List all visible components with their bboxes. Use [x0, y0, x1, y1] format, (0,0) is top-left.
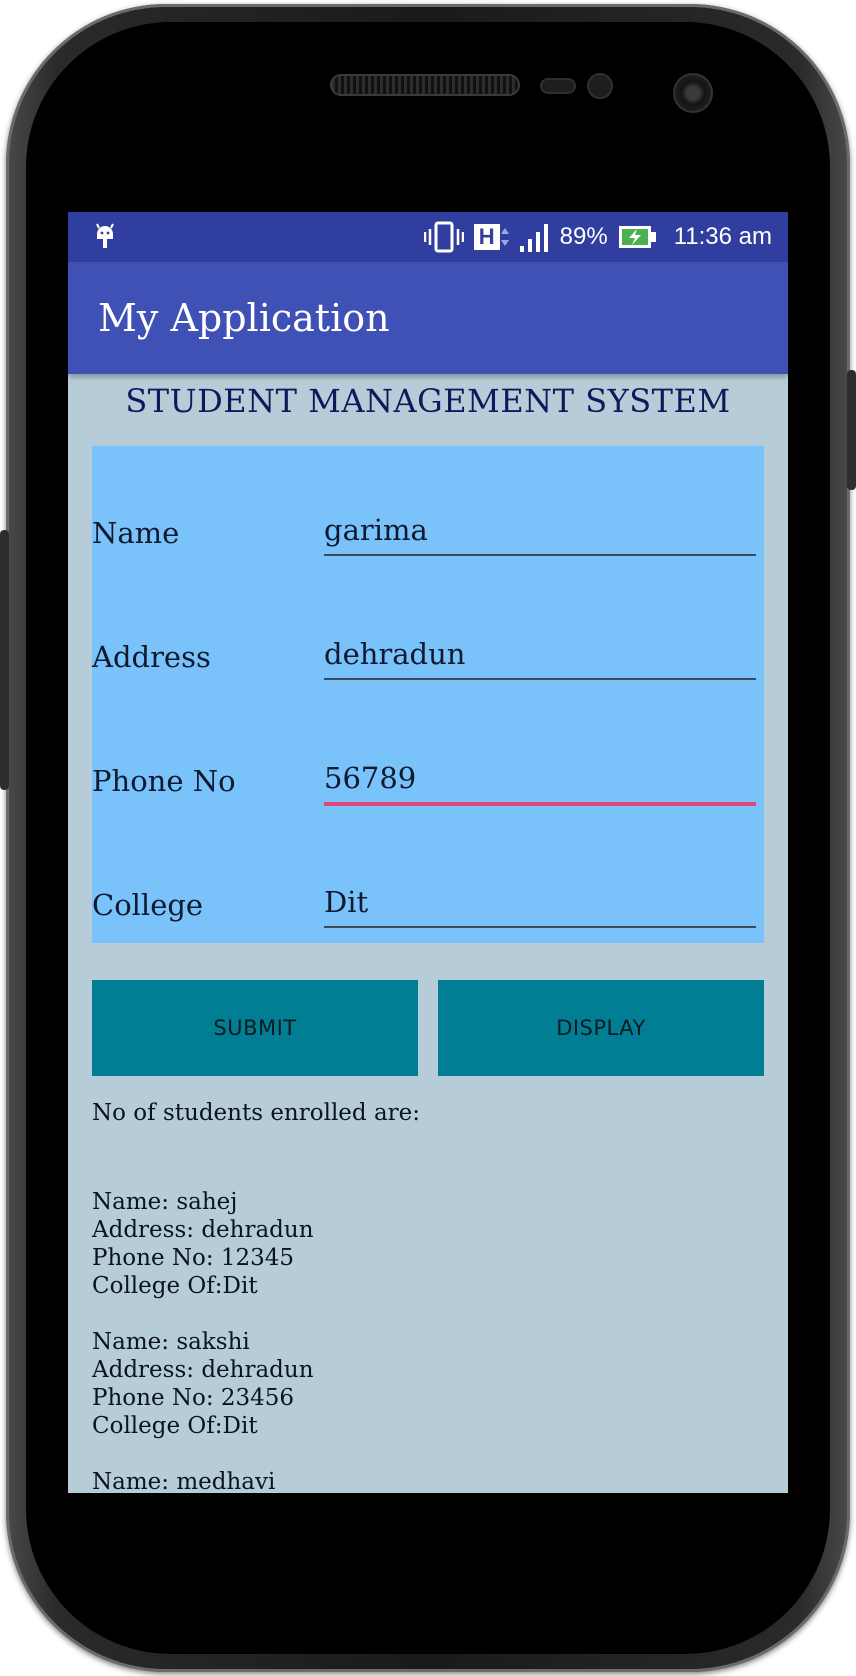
- earpiece-speaker: [330, 74, 520, 96]
- form-row-address: Address: [92, 630, 764, 690]
- record-address: Address: dehradun: [92, 1357, 314, 1383]
- proximity-sensor: [540, 78, 576, 94]
- address-field[interactable]: [324, 630, 756, 680]
- form-row-college: College: [92, 878, 764, 938]
- battery-percent: 89%: [559, 223, 608, 250]
- phone-screen: H 89% 11:36 am My Application STUDENT MA…: [68, 212, 788, 1493]
- submit-button[interactable]: SUBMIT: [92, 980, 418, 1076]
- power-button: [847, 370, 856, 490]
- student-record: Name: sahej Address: dehradun Phone No: …: [92, 1188, 764, 1300]
- network-h-icon: H: [473, 224, 510, 250]
- android-notification-icon: [96, 223, 114, 248]
- front-camera: [673, 73, 713, 113]
- app-title: My Application: [98, 296, 390, 340]
- phone-label: Phone No: [92, 764, 236, 798]
- status-time: 11:36 am: [673, 223, 772, 250]
- student-record: Name: sakshi Address: dehradun Phone No:…: [92, 1328, 764, 1440]
- signal-icon: [519, 224, 548, 252]
- name-label: Name: [92, 516, 180, 550]
- name-field[interactable]: [324, 506, 756, 556]
- record-address: Address: dehradun: [92, 1217, 314, 1243]
- light-sensor: [587, 73, 613, 99]
- college-label: College: [92, 888, 204, 922]
- college-field[interactable]: [324, 878, 756, 928]
- form-row-phone: Phone No: [92, 754, 764, 814]
- phone-field[interactable]: [324, 754, 756, 806]
- vibrate-icon: [423, 221, 464, 253]
- record-name: Name: sahej: [92, 1189, 238, 1215]
- student-record: Name: medhavi: [92, 1468, 764, 1493]
- address-label: Address: [92, 640, 211, 674]
- record-phone: Phone No: 12345: [92, 1245, 295, 1271]
- status-bar: H 89% 11:36 am: [68, 212, 788, 262]
- battery-charging-icon: [618, 226, 656, 248]
- enrolled-count-label: No of students enrolled are:: [92, 1100, 421, 1126]
- form-row-name: Name: [92, 506, 764, 566]
- app-bar: My Application: [68, 262, 788, 374]
- record-name: Name: medhavi: [92, 1469, 276, 1493]
- record-phone: Phone No: 23456: [92, 1385, 295, 1411]
- volume-button: [0, 530, 9, 790]
- student-form: Name Address Phone No College: [92, 446, 764, 943]
- record-college: College Of:Dit: [92, 1413, 258, 1439]
- page-heading: STUDENT MANAGEMENT SYSTEM: [125, 382, 731, 420]
- record-name: Name: sakshi: [92, 1329, 250, 1355]
- display-button[interactable]: DISPLAY: [438, 980, 764, 1076]
- student-records-list: Name: sahej Address: dehradun Phone No: …: [92, 1188, 764, 1493]
- record-college: College Of:Dit: [92, 1273, 258, 1299]
